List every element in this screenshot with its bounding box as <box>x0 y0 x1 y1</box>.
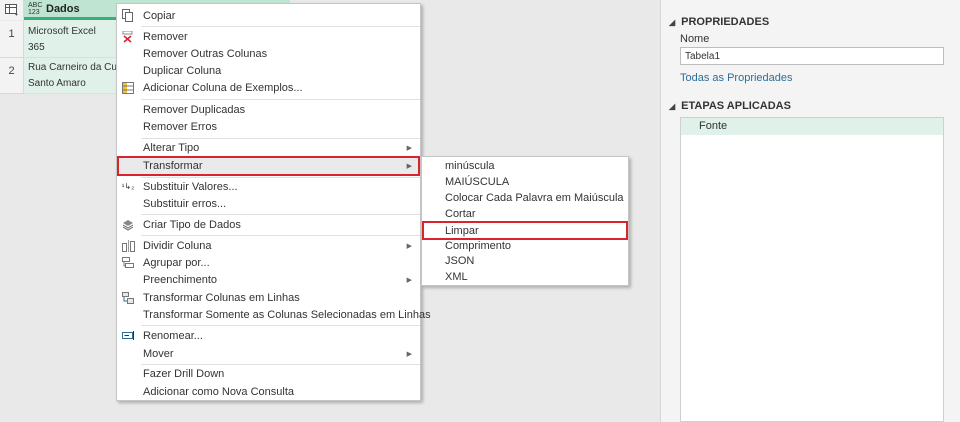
menu-item-label: Remover Duplicadas <box>143 103 246 116</box>
row-number[interactable]: 2 <box>0 58 24 94</box>
menu-item-label: Preenchimento <box>143 273 217 286</box>
menu-item-adicionar-nova-consulta[interactable]: Adicionar como Nova Consulta <box>117 383 420 400</box>
menu-item-renomear[interactable]: Renomear... <box>117 327 420 344</box>
query-settings-panel: ◢ PROPRIEDADES Nome Todas as Propriedade… <box>660 0 960 422</box>
name-label: Nome <box>680 33 710 45</box>
menu-item-label: Transformar Colunas em Linhas <box>143 291 300 304</box>
submenu-arrow-icon: ▶ <box>406 350 412 358</box>
submenu-item-json[interactable]: JSON <box>422 253 628 269</box>
submenu-item-comprimento[interactable]: Comprimento <box>422 238 628 254</box>
unpivot-icon <box>120 290 136 306</box>
submenu-item-capitalizar[interactable]: Colocar Cada Palavra em Maiúscula <box>422 190 628 206</box>
menu-item-label: Transformar <box>143 160 203 172</box>
cell-line: 365 <box>28 42 45 53</box>
menu-item-criar-tipo-dados[interactable]: Criar Tipo de Dados <box>117 216 420 233</box>
menu-item-label: Criar Tipo de Dados <box>143 218 241 231</box>
row-number[interactable]: 1 <box>0 21 24 58</box>
properties-section-header[interactable]: ◢ PROPRIEDADES <box>669 16 769 28</box>
menu-item-label: Transformar Somente as Colunas Seleciona… <box>143 308 431 321</box>
menu-item-label: Renomear... <box>143 329 203 342</box>
menu-item-label: Remover Erros <box>143 120 217 133</box>
menu-separator <box>141 235 420 236</box>
data-type-icon <box>120 217 136 233</box>
menu-item-label: Duplicar Coluna <box>143 64 222 77</box>
menu-item-transformar-colunas-linhas[interactable]: Transformar Colunas em Linhas <box>117 289 420 306</box>
menu-item-dividir-coluna[interactable]: Dividir Coluna ▶ <box>117 237 420 254</box>
submenu-arrow-icon: ▶ <box>406 163 412 170</box>
menu-item-remover[interactable]: Remover <box>117 28 420 45</box>
menu-item-label: Substituir erros... <box>143 197 227 210</box>
applied-steps-section-header[interactable]: ◢ ETAPAS APLICADAS <box>669 100 791 112</box>
transform-submenu: minúscula MAIÚSCULA Colocar Cada Palavra… <box>421 156 629 286</box>
menu-item-remover-duplicadas[interactable]: Remover Duplicadas <box>117 101 420 118</box>
column-type-icon[interactable]: ABC 123 <box>28 2 42 16</box>
all-properties-link[interactable]: Todas as Propriedades <box>680 72 793 84</box>
submenu-item-cortar[interactable]: Cortar <box>422 206 628 222</box>
step-item-fonte[interactable]: Fonte <box>681 118 943 135</box>
name-field[interactable] <box>680 47 944 65</box>
menu-item-preenchimento[interactable]: Preenchimento ▶ <box>117 271 420 288</box>
submenu-item-maiuscula[interactable]: MAIÚSCULA <box>422 174 628 190</box>
menu-item-alterar-tipo[interactable]: Alterar Tipo ▶ <box>117 139 420 156</box>
column-context-menu: Copiar Remover Remover Outras Colunas Du… <box>116 3 431 401</box>
menu-item-duplicar-coluna[interactable]: Duplicar Coluna <box>117 62 420 79</box>
menu-separator <box>141 99 420 100</box>
menu-item-label: Dividir Coluna <box>143 239 212 252</box>
menu-item-label: Fazer Drill Down <box>143 367 225 380</box>
collapse-triangle-icon[interactable]: ◢ <box>669 18 675 27</box>
menu-item-substituir-erros[interactable]: Substituir erros... <box>117 195 420 212</box>
submenu-item-minuscula[interactable]: minúscula <box>422 158 628 174</box>
menu-item-label: Agrupar por... <box>143 256 210 269</box>
rename-icon <box>120 328 136 344</box>
submenu-arrow-icon: ▶ <box>406 144 412 152</box>
column-title: Dados <box>46 2 80 15</box>
collapse-triangle-icon[interactable]: ◢ <box>669 102 675 111</box>
menu-item-substituir-valores[interactable]: ¹↳₂ Substituir Valores... <box>117 178 420 195</box>
submenu-item-xml[interactable]: XML <box>422 269 628 285</box>
split-column-icon <box>120 238 136 254</box>
menu-separator <box>141 26 420 27</box>
menu-item-agrupar-por[interactable]: Agrupar por... <box>117 254 420 271</box>
menu-item-label: Alterar Tipo <box>143 141 200 154</box>
menu-item-adicionar-coluna-exemplos[interactable]: Adicionar Coluna de Exemplos... <box>117 79 420 96</box>
submenu-arrow-icon: ▶ <box>406 276 412 284</box>
cell-line: Microsoft Excel <box>28 26 96 37</box>
menu-item-transformar[interactable]: Transformar ▶ <box>117 156 420 176</box>
submenu-arrow-icon: ▶ <box>406 242 412 250</box>
menu-item-transformar-selecionadas-linhas[interactable]: Transformar Somente as Colunas Seleciona… <box>117 306 431 323</box>
menu-item-remover-outras-colunas[interactable]: Remover Outras Colunas <box>117 45 420 62</box>
properties-title: PROPRIEDADES <box>681 16 770 28</box>
remove-icon <box>120 29 136 45</box>
replace-values-icon: ¹↳₂ <box>121 181 135 191</box>
menu-item-label: Adicionar Coluna de Exemplos... <box>143 81 303 94</box>
menu-separator <box>141 325 420 326</box>
group-by-icon <box>120 255 136 271</box>
applied-steps-title: ETAPAS APLICADAS <box>681 100 791 112</box>
menu-item-label: Mover <box>143 347 174 360</box>
table-menu-button[interactable] <box>0 0 24 20</box>
menu-separator <box>141 214 420 215</box>
add-column-example-icon <box>120 80 136 96</box>
menu-item-label: Substituir Valores... <box>143 180 238 193</box>
applied-steps-list: Fonte <box>680 117 944 422</box>
menu-item-fazer-drill-down[interactable]: Fazer Drill Down <box>117 365 420 382</box>
table-icon <box>4 4 18 16</box>
menu-item-mover[interactable]: Mover ▶ <box>117 345 420 362</box>
copy-icon <box>120 8 136 24</box>
menu-item-label: Copiar <box>143 9 176 22</box>
menu-item-label: Remover <box>143 30 188 43</box>
cell-line: Santo Amaro <box>28 78 86 89</box>
menu-item-remover-erros[interactable]: Remover Erros <box>117 118 420 135</box>
menu-item-label: Remover Outras Colunas <box>143 47 268 60</box>
menu-item-label: Adicionar como Nova Consulta <box>143 385 295 398</box>
menu-item-copiar[interactable]: Copiar <box>117 7 420 24</box>
